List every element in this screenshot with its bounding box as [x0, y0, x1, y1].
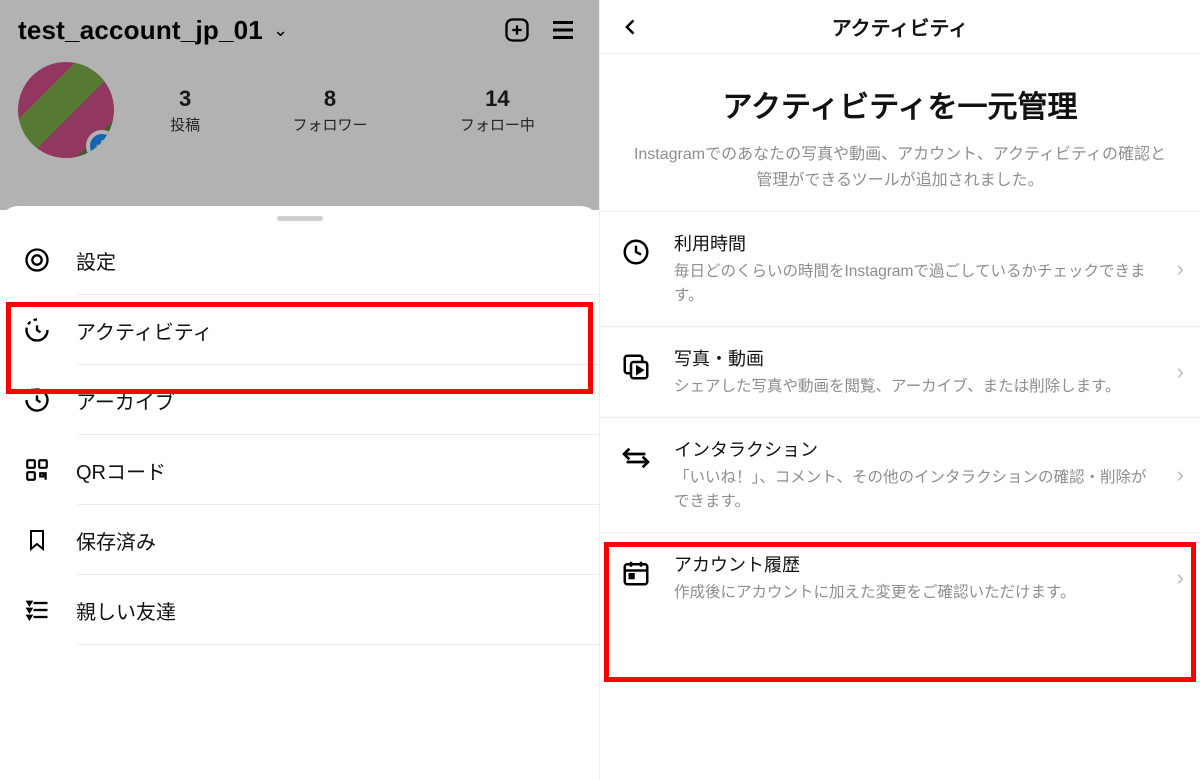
close-friends-icon — [22, 595, 52, 625]
chevron-down-icon[interactable]: ⌄ — [273, 20, 288, 41]
item-title: アカウント履歴 — [674, 551, 1158, 577]
activity-header: アクティビティ — [600, 0, 1200, 54]
item-account-history[interactable]: アカウント履歴 作成後にアカウントに加えた変更をご確認いただけます。 › — [600, 533, 1200, 623]
item-title: 写真・動画 — [674, 345, 1158, 371]
hero-section: アクティビティを一元管理 Instagramでのあなたの写真や動画、アカウント、… — [600, 54, 1200, 211]
profile-header: test_account_jp_01 ⌄ — [0, 0, 599, 48]
item-body: シェアした写真や動画を閲覧、アーカイブ、または削除します。 — [674, 375, 1158, 399]
menu-label: アーカイブ — [76, 386, 175, 415]
activity-pane: アクティビティ アクティビティを一元管理 Instagramでのあなたの写真や動… — [600, 0, 1200, 780]
clock-icon — [618, 234, 654, 270]
stat-posts[interactable]: 3 投稿 — [170, 86, 200, 135]
media-icon — [618, 349, 654, 385]
gear-icon — [22, 245, 52, 275]
qr-icon — [22, 455, 52, 485]
interactions-icon — [618, 440, 654, 476]
profile-pane: test_account_jp_01 ⌄ + 3 投稿 — [0, 0, 600, 780]
item-body: 「いいね！」、コメント、その他のインタラクションの確認・削除ができます。 — [674, 466, 1158, 514]
menu-label: 親しい友達 — [76, 596, 176, 625]
bookmark-icon — [22, 525, 52, 555]
chevron-right-icon: › — [1177, 256, 1184, 282]
stat-followers[interactable]: 8 フォロワー — [292, 86, 367, 135]
hero-title: アクティビティを一元管理 — [630, 82, 1170, 126]
username[interactable]: test_account_jp_01 — [18, 15, 263, 46]
menu-label: アクティビティ — [76, 316, 213, 345]
chevron-right-icon: › — [1177, 565, 1184, 591]
chevron-right-icon: › — [1177, 359, 1184, 385]
menu-item-activity[interactable]: アクティビティ — [0, 295, 599, 365]
menu-item-settings[interactable]: 設定 — [0, 225, 599, 295]
menu-label: 設定 — [76, 246, 116, 275]
menu-label: QRコード — [76, 456, 166, 485]
menu-item-close-friends[interactable]: 親しい友達 — [0, 575, 599, 645]
stat-following[interactable]: 14 フォロー中 — [460, 86, 535, 135]
hamburger-menu-button[interactable] — [545, 12, 581, 48]
avatar[interactable]: + — [18, 62, 114, 158]
menu-label: 保存済み — [76, 526, 156, 555]
add-story-icon[interactable]: + — [86, 130, 114, 158]
item-body: 毎日どのくらいの時間をInstagramで過ごしているかチェックできます。 — [674, 260, 1158, 308]
item-title: 利用時間 — [674, 230, 1158, 256]
sheet-handle[interactable] — [277, 216, 323, 221]
create-button[interactable] — [499, 12, 535, 48]
bottom-sheet: 設定 アクティビティ アーカイブ QRコード — [0, 206, 599, 780]
hero-body: Instagramでのあなたの写真や動画、アカウント、アクティビティの確認と管理… — [630, 142, 1170, 193]
item-title: インタラクション — [674, 436, 1158, 462]
calendar-icon — [618, 555, 654, 591]
menu-item-archive[interactable]: アーカイブ — [0, 365, 599, 435]
archive-icon — [22, 385, 52, 415]
menu-item-qr[interactable]: QRコード — [0, 435, 599, 505]
item-time-spent[interactable]: 利用時間 毎日どのくらいの時間をInstagramで過ごしているかチェックできま… — [600, 212, 1200, 327]
item-photos-videos[interactable]: 写真・動画 シェアした写真や動画を閲覧、アーカイブ、または削除します。 › — [600, 327, 1200, 418]
item-body: 作成後にアカウントに加えた変更をご確認いただけます。 — [674, 581, 1158, 605]
page-title: アクティビティ — [614, 12, 1186, 41]
activity-icon — [22, 315, 52, 345]
chevron-right-icon: › — [1177, 462, 1184, 488]
menu-item-saved[interactable]: 保存済み — [0, 505, 599, 575]
item-interactions[interactable]: インタラクション 「いいね！」、コメント、その他のインタラクションの確認・削除が… — [600, 418, 1200, 533]
